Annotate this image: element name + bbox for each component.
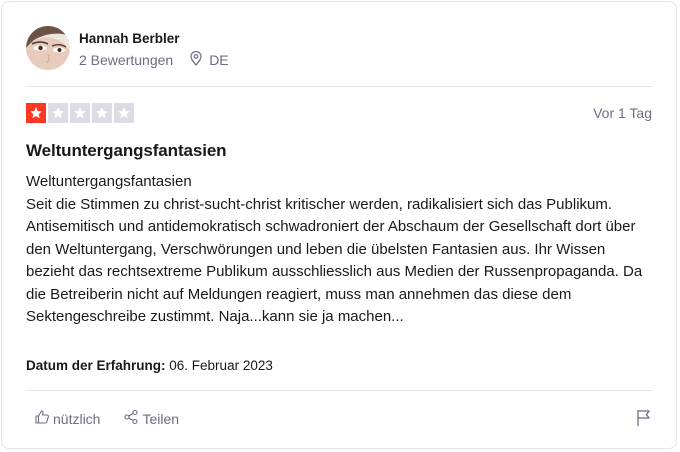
star-icon <box>26 103 46 123</box>
review-title[interactable]: Weltuntergangsfantasien <box>26 141 227 161</box>
experience-value: 06. Februar 2023 <box>169 358 273 373</box>
share-label: Teilen <box>142 410 180 427</box>
divider <box>26 390 652 391</box>
star-icon <box>70 103 90 123</box>
star-icon <box>92 103 112 123</box>
review-date: Vor 1 Tag <box>593 105 652 121</box>
review-body-heading: Weltuntergangsfantasien <box>26 173 192 190</box>
flag-icon[interactable] <box>636 409 652 432</box>
useful-label: nützlich <box>53 410 101 427</box>
location-pin-icon <box>190 50 202 69</box>
useful-button[interactable]: nützlich <box>34 409 100 428</box>
review-body-text: Seit die Stimmen zu christ-sucht-christ … <box>26 195 643 326</box>
thumbs-up-icon <box>34 409 50 428</box>
reviewer-meta: 2 Bewertungen DE <box>79 50 229 69</box>
star-icon <box>48 103 68 123</box>
experience-label: Datum der Erfahrung: <box>26 358 166 373</box>
avatar[interactable] <box>26 26 70 70</box>
review-actions: nützlich Teilen <box>34 409 202 428</box>
review-card: Hannah Berbler 2 Bewertungen DE Vor 1 Ta… <box>1 1 677 449</box>
share-icon <box>123 409 139 428</box>
reviewer-name[interactable]: Hannah Berbler <box>79 31 180 46</box>
share-button[interactable]: Teilen <box>123 409 179 428</box>
review-count: 2 Bewertungen <box>79 52 174 68</box>
divider <box>26 86 652 87</box>
experience-date: Datum der Erfahrung: 06. Februar 2023 <box>26 358 273 373</box>
star-rating <box>26 103 134 123</box>
reviewer-country: DE <box>209 52 229 68</box>
star-icon <box>114 103 134 123</box>
review-body: Weltuntergangsfantasien Seit die Stimmen… <box>26 171 648 329</box>
